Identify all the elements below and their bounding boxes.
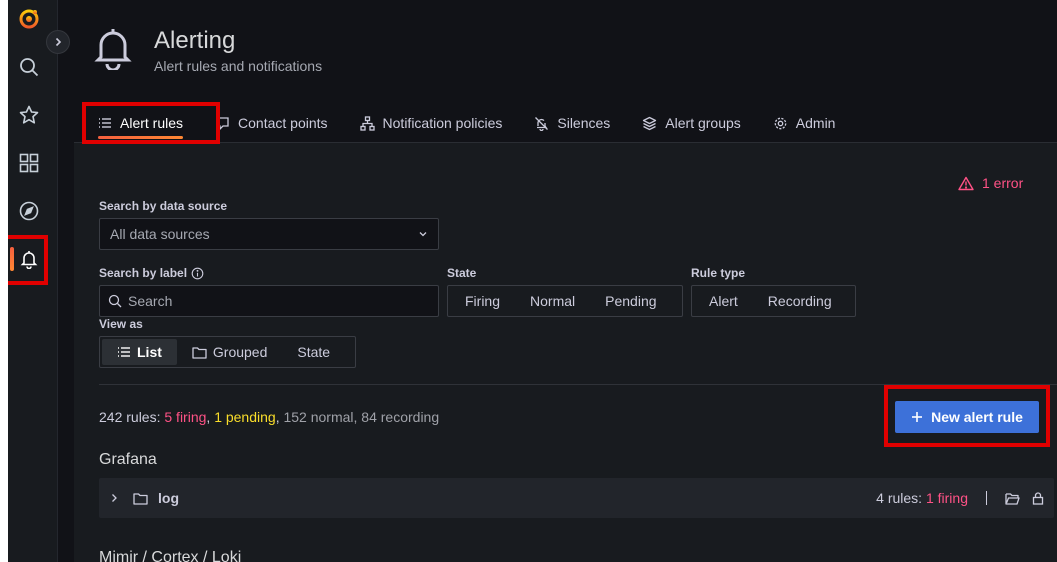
view-option-state[interactable]: State [282, 339, 345, 365]
tab-label: Admin [795, 115, 836, 131]
state-option-firing[interactable]: Firing [450, 288, 515, 314]
view-option-label: Grouped [212, 344, 268, 360]
view-option-label: List [137, 344, 162, 360]
tab-label: Alert rules [120, 115, 184, 131]
new-alert-rule-button[interactable]: New alert rule [895, 401, 1039, 433]
page-subtitle: Alert rules and notifications [154, 58, 323, 74]
rule-type-option-recording[interactable]: Recording [753, 288, 847, 314]
folder-rule-count: 4 rules: 1 firing [876, 490, 968, 506]
summary-separator: , [275, 409, 280, 425]
state-option-pending[interactable]: Pending [590, 288, 671, 314]
page-title: Alerting [154, 27, 236, 54]
tab-label: Notification policies [382, 115, 503, 131]
apps-icon[interactable] [18, 152, 40, 174]
separator [986, 491, 987, 505]
view-option-list[interactable]: List [102, 339, 177, 365]
chevron-down-icon [419, 232, 427, 237]
view-option-grouped[interactable]: Grouped [177, 339, 282, 365]
folder-icon [133, 492, 148, 505]
bell-icon[interactable] [18, 248, 40, 270]
state-label: State [447, 266, 477, 280]
summary-separator: , [206, 409, 211, 425]
view-as-label: View as [99, 317, 143, 331]
rule-type-label: Rule type [691, 266, 746, 280]
bell-slash-icon [535, 116, 549, 131]
summary-firing: 5 firing [164, 409, 207, 425]
group-title: Mimir / Cortex / Loki [99, 549, 242, 562]
search-icon[interactable] [18, 56, 40, 78]
summary-rest: 152 normal, 84 recording [283, 409, 440, 425]
grafana-logo-icon[interactable] [18, 8, 40, 30]
lock-icon [1032, 491, 1044, 505]
tab-contact-points[interactable]: Contact points [199, 104, 344, 142]
datasource-label: Search by data source [99, 199, 228, 213]
error-indicator[interactable]: 1 error [958, 175, 1023, 191]
sidebar [8, 0, 58, 562]
view-as-radio-group: List Grouped State [99, 336, 356, 368]
tab-label: Alert groups [665, 115, 741, 131]
folder-firing: 1 firing [925, 490, 968, 506]
layer-group-icon [643, 116, 657, 130]
tab-bar: Alert rules Contact points Notification … [82, 104, 851, 142]
tab-alert-groups[interactable]: Alert groups [626, 104, 756, 142]
folder-row[interactable]: log 4 rules: 1 firing [99, 478, 1054, 518]
star-icon[interactable] [18, 104, 40, 126]
list-icon [99, 118, 111, 128]
cog-icon [774, 117, 787, 129]
datasource-select[interactable]: All data sources [99, 218, 439, 250]
group-title: Grafana [99, 451, 157, 468]
rule-type-radio-group: Alert Recording [691, 285, 856, 317]
tab-label: Silences [557, 115, 611, 131]
folder-name: log [158, 490, 179, 506]
compass-icon[interactable] [18, 200, 40, 222]
search-placeholder: Search [128, 293, 173, 309]
comment-alt-share-icon [216, 116, 229, 131]
active-indicator [10, 247, 14, 271]
error-label: 1 error [982, 175, 1024, 191]
label-filter-label: Search by label [99, 266, 204, 280]
rule-type-option-alert[interactable]: Alert [694, 288, 753, 314]
summary-pending: 1 pending [214, 409, 276, 425]
folder-stats: 4 rules: 1 firing [876, 490, 1044, 506]
search-icon [108, 294, 122, 308]
chevron-right-icon [112, 494, 117, 502]
state-radio-group: Firing Normal Pending [447, 285, 683, 317]
info-circle-icon [191, 267, 204, 279]
folder-count: 4 rules: [876, 490, 923, 506]
tab-silences[interactable]: Silences [518, 104, 626, 142]
expand-sidebar-button[interactable] [46, 30, 70, 54]
label-filter-text: Search by label [99, 266, 188, 280]
tab-admin[interactable]: Admin [757, 104, 852, 142]
tab-alert-rules[interactable]: Alert rules [82, 104, 199, 142]
state-option-normal[interactable]: Normal [515, 288, 590, 314]
datasource-value: All data sources [110, 226, 210, 242]
exclamation-triangle-icon [958, 176, 974, 190]
rules-summary: 242 rules: 5 firing, 1 pending, 152 norm… [99, 409, 439, 425]
list-icon [118, 347, 130, 357]
grafana-app: Alerting Alert rules and notifications A… [8, 0, 1057, 562]
tab-label: Contact points [238, 115, 328, 131]
folder-open-icon [1005, 492, 1020, 505]
sitemap-icon [359, 115, 375, 131]
folder-icon [192, 346, 207, 359]
divider [99, 384, 1057, 385]
summary-total: 242 rules: [99, 409, 161, 425]
bell-icon [94, 26, 132, 70]
label-search-input[interactable]: Search [99, 285, 439, 317]
plus-icon [912, 412, 923, 422]
tab-notification-policies[interactable]: Notification policies [344, 104, 519, 142]
new-alert-rule-label: New alert rule [931, 409, 1023, 425]
